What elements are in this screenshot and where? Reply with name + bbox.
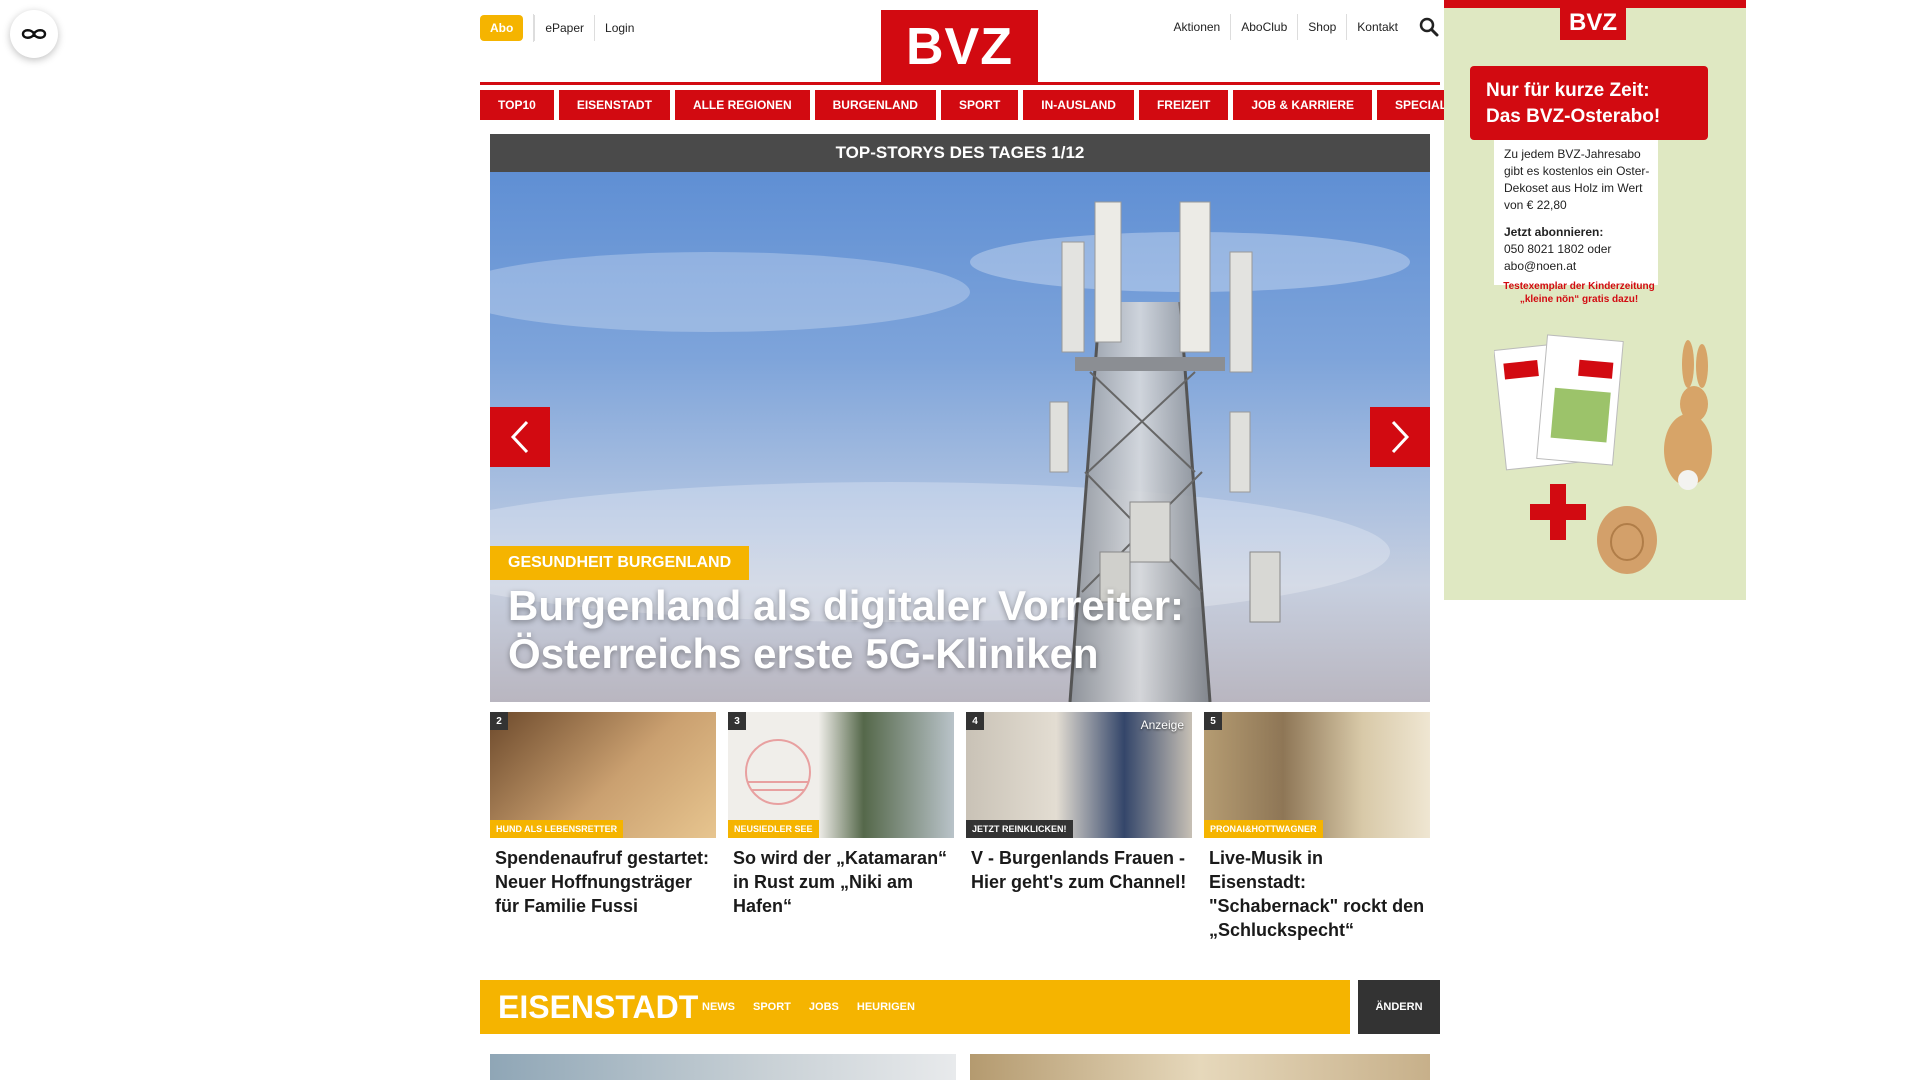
aktionen-link[interactable]: Aktionen bbox=[1164, 14, 1231, 40]
search-icon[interactable] bbox=[1418, 16, 1440, 38]
nav-item-sport[interactable]: SPORT bbox=[940, 90, 1019, 120]
story-image[interactable]: 2 HUND ALS LEBENSRETTER bbox=[490, 712, 716, 838]
chevron-right-icon bbox=[1391, 420, 1410, 454]
story-image[interactable]: 5 PRONAI&HOTTWAGNER bbox=[1204, 712, 1430, 838]
story-image[interactable] bbox=[970, 1054, 1430, 1080]
newspaper-images bbox=[1494, 334, 1624, 471]
region-link-heurigen[interactable]: HEURIGEN bbox=[857, 1001, 915, 1013]
main-page: Abo ePaper Login BVZ Aktionen AboClub Sh… bbox=[480, 0, 1474, 1080]
story-image[interactable]: 4 Anzeige JETZT REINKLICKEN! bbox=[966, 712, 1192, 838]
shop-link[interactable]: Shop bbox=[1297, 14, 1346, 40]
site-header: Abo ePaper Login BVZ Aktionen AboClub Sh… bbox=[480, 0, 1440, 85]
story-number: 4 bbox=[966, 712, 984, 730]
change-region-button[interactable]: ÄNDERN bbox=[1358, 980, 1440, 1034]
carousel-title: TOP-STORYS DES TAGES 1/12 bbox=[490, 134, 1430, 172]
header-rule bbox=[480, 82, 1440, 85]
story-title[interactable]: Live-Musik in Eisenstadt: "Schabernack" … bbox=[1204, 838, 1430, 942]
carousel-next-button[interactable] bbox=[1370, 407, 1430, 467]
ad-bonus-line2: „kleine nön“ gratis dazu! bbox=[1519, 294, 1639, 305]
ad-headline-line1: Nur für kurze Zeit: bbox=[1486, 80, 1650, 101]
utility-nav-left: Abo ePaper Login bbox=[480, 14, 644, 42]
hero-category-tag[interactable]: GESUNDHEIT BURGENLAND bbox=[490, 546, 750, 580]
chevron-left-icon bbox=[510, 420, 529, 454]
main-nav: TOP10 EISENSTADT ALLE REGIONEN BURGENLAN… bbox=[480, 90, 1474, 120]
region-bar: EISENSTADT NEWS SPORT JOBS HEURIGEN bbox=[480, 980, 1350, 1034]
utility-nav-right: Aktionen AboClub Shop Kontakt bbox=[1164, 14, 1440, 40]
story-title[interactable]: So wird der „Katamaran“ in Rust zum „Nik… bbox=[728, 838, 954, 918]
story-image[interactable]: 3 NEUSIEDLER SEE bbox=[728, 712, 954, 838]
ad-bonus-line1: Testexemplar der Kinderzeitung bbox=[1503, 281, 1655, 292]
aboclub-link[interactable]: AboClub bbox=[1230, 14, 1297, 40]
story-card[interactable]: 2 HUND ALS LEBENSRETTER Spendenaufruf ge… bbox=[490, 712, 716, 942]
epaper-link[interactable]: ePaper bbox=[534, 15, 594, 41]
story-card[interactable]: 4 Anzeige JETZT REINKLICKEN! V - Burgenl… bbox=[966, 712, 1192, 942]
sun-logo-graphic bbox=[745, 739, 811, 805]
ad-body-text: Zu jedem BVZ-Jahresabo gibt es kostenlos… bbox=[1504, 147, 1650, 212]
nav-item-burgenland[interactable]: BURGENLAND bbox=[814, 90, 936, 120]
hero-headline[interactable]: Burgenland als digitaler Vorreiter: Öste… bbox=[508, 582, 1408, 678]
wooden-egg-image bbox=[1597, 506, 1657, 574]
region-section-header: EISENSTADT NEWS SPORT JOBS HEURIGEN ÄNDE… bbox=[480, 980, 1440, 1034]
advertisement[interactable]: BVZ Nur für kurze Zeit: Das BVZ-Osterabo… bbox=[1444, 0, 1746, 600]
story-tag[interactable]: NEUSIEDLER SEE bbox=[728, 820, 819, 838]
story-number: 3 bbox=[728, 712, 746, 730]
hero-image[interactable]: GESUNDHEIT BURGENLAND Burgenland als dig… bbox=[490, 172, 1430, 702]
story-tag[interactable]: JETZT REINKLICKEN! bbox=[966, 820, 1073, 838]
login-link[interactable]: Login bbox=[594, 15, 644, 41]
carousel-prev-button[interactable] bbox=[490, 407, 550, 467]
story-card[interactable]: 3 NEUSIEDLER SEE So wird der „Katamaran“… bbox=[728, 712, 954, 942]
nav-item-eisenstadt[interactable]: EISENSTADT bbox=[558, 90, 670, 120]
ad-label: Anzeige bbox=[1140, 718, 1184, 732]
accessibility-button[interactable] bbox=[10, 10, 58, 58]
ad-contact-text: 050 8021 1802 oder abo@noen.at bbox=[1504, 242, 1612, 273]
region-title[interactable]: EISENSTADT bbox=[480, 989, 702, 1026]
nav-item-top10[interactable]: TOP10 bbox=[480, 90, 554, 120]
wooden-bunny-image bbox=[1664, 340, 1712, 490]
region-story-images bbox=[490, 1054, 1430, 1080]
story-tag[interactable]: HUND ALS LEBENSRETTER bbox=[490, 820, 624, 838]
ad-body-heading: Jetzt abonnieren: bbox=[1504, 225, 1604, 239]
top-stories-carousel: TOP-STORYS DES TAGES 1/12 GESUNDHEIT BUR… bbox=[490, 134, 1430, 702]
story-number: 5 bbox=[1204, 712, 1222, 730]
nav-item-in-ausland[interactable]: IN-AUSLAND bbox=[1023, 90, 1134, 120]
ad-body: Zu jedem BVZ-Jahresabo gibt es kostenlos… bbox=[1494, 140, 1658, 285]
region-link-jobs[interactable]: JOBS bbox=[809, 1001, 839, 1013]
abo-button[interactable]: Abo bbox=[480, 15, 524, 41]
story-title[interactable]: Spendenaufruf gestartet: Neuer Hoffnungs… bbox=[490, 838, 716, 918]
accessibility-icon bbox=[21, 29, 47, 39]
story-cards: 2 HUND ALS LEBENSRETTER Spendenaufruf ge… bbox=[490, 712, 1430, 942]
story-number: 2 bbox=[490, 712, 508, 730]
bvz-logo[interactable]: BVZ bbox=[881, 10, 1038, 84]
region-link-news[interactable]: NEWS bbox=[702, 1001, 735, 1013]
region-link-sport[interactable]: SPORT bbox=[753, 1001, 791, 1013]
plus-icon bbox=[1530, 484, 1586, 540]
kontakt-link[interactable]: Kontakt bbox=[1346, 14, 1408, 40]
story-title[interactable]: V - Burgenlands Frauen - Hier geht's zum… bbox=[966, 838, 1192, 894]
story-tag[interactable]: PRONAI&HOTTWAGNER bbox=[1204, 820, 1323, 838]
ad-headline-line2: Das BVZ-Osterabo! bbox=[1486, 106, 1661, 127]
ad-bvz-logo: BVZ bbox=[1560, 6, 1626, 40]
story-card[interactable]: 5 PRONAI&HOTTWAGNER Live-Musik in Eisens… bbox=[1204, 712, 1430, 942]
ad-bonus-note: Testexemplar der Kinderzeitung „kleine n… bbox=[1484, 280, 1674, 306]
nav-item-freizeit[interactable]: FREIZEIT bbox=[1138, 90, 1229, 120]
ad-headline: Nur für kurze Zeit: Das BVZ-Osterabo! bbox=[1470, 66, 1708, 140]
nav-item-job-karriere[interactable]: JOB & KARRIERE bbox=[1233, 90, 1372, 120]
story-image[interactable] bbox=[490, 1054, 956, 1080]
nav-item-alle-regionen[interactable]: ALLE REGIONEN bbox=[674, 90, 810, 120]
